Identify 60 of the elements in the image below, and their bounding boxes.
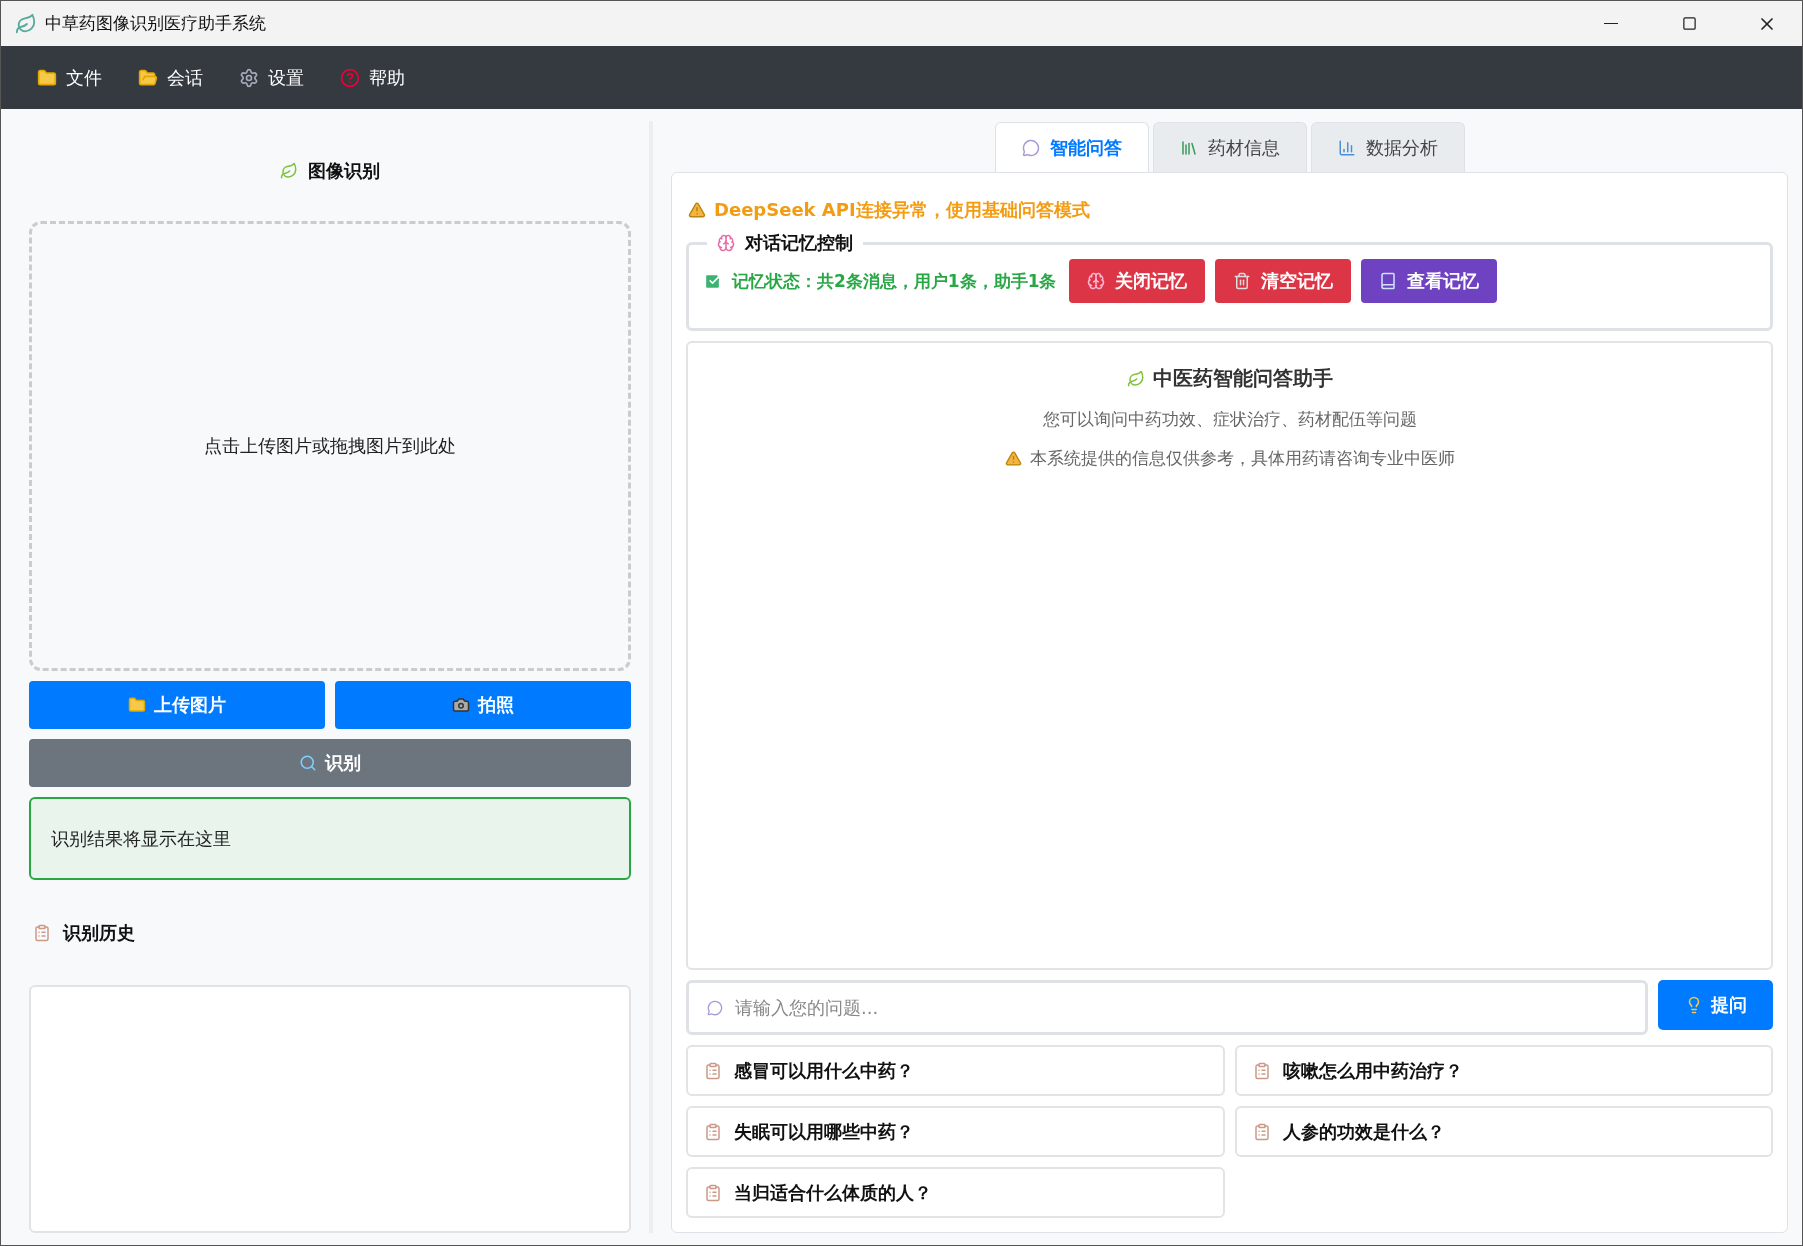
help-icon (340, 67, 360, 88)
memory-status: 记忆状态：共2条消息，用户1条，助手1条 (732, 269, 1057, 293)
tab[interactable]: 药材信息 (1152, 122, 1307, 173)
memory-button[interactable]: 查看记忆 (1360, 259, 1497, 303)
clipboard-icon (704, 1122, 722, 1141)
menu-item[interactable]: 会话 (124, 59, 217, 96)
camera-button[interactable]: 拍照 (335, 681, 631, 729)
brain-icon (1086, 272, 1105, 290)
quick-question-button[interactable]: 人参的功效是什么？ (1234, 1106, 1773, 1157)
result-box: 识别结果将显示在这里 (29, 797, 631, 880)
ask-button[interactable]: 提问 (1658, 980, 1773, 1030)
books-icon (1179, 139, 1198, 157)
folder-icon (37, 67, 57, 88)
warning-message: DeepSeek API连接异常，使用基础问答模式 (714, 198, 1090, 222)
tab[interactable]: 数据分析 (1310, 122, 1465, 173)
settings-icon (239, 67, 259, 88)
search-icon (299, 754, 317, 772)
book-icon (1378, 272, 1397, 290)
window-title: 中草药图像识别医疗助手系统 (45, 12, 267, 35)
menu-item[interactable]: 帮助 (326, 59, 419, 96)
tab[interactable]: 智能问答 (994, 122, 1149, 173)
quick-question-button[interactable]: 失眠可以用哪些中药？ (686, 1106, 1225, 1157)
group-title: 对话记忆控制 (745, 231, 853, 255)
chat-title: 中医药智能问答助手 (1152, 365, 1333, 392)
menu-item[interactable]: 设置 (225, 59, 318, 96)
clipboard-icon (704, 1061, 722, 1080)
question-input[interactable]: 请输入您的问题... (733, 983, 1645, 1032)
quick-question-button[interactable]: 当归适合什么体质的人？ (686, 1167, 1225, 1218)
chat-subtitle: 您可以询问中药功效、症状治疗、药材配伍等问题 (1042, 408, 1417, 431)
disclaimer: 本系统提供的信息仅供参考，具体用药请咨询专业中医师 (1029, 447, 1455, 470)
warning-icon (1004, 450, 1022, 467)
leaf-icon (280, 162, 298, 180)
minimize-icon (1604, 22, 1618, 25)
speech-bubble-icon (707, 999, 723, 1016)
memory-button[interactable]: 关闭记忆 (1068, 259, 1205, 303)
trash-icon (1232, 272, 1251, 290)
upload-button[interactable]: 上传图片 (29, 681, 325, 729)
maximize-icon (1681, 16, 1697, 31)
camera-icon (452, 696, 470, 714)
leaf-icon (1126, 369, 1145, 388)
folder-icon (138, 67, 158, 88)
recognize-button[interactable]: 识别 (29, 739, 631, 787)
menu-item[interactable]: 文件 (23, 59, 116, 96)
speech-bubble-icon (1021, 139, 1040, 157)
bar-chart-icon (1337, 139, 1356, 157)
question-field[interactable]: 请输入您的问题... (686, 980, 1648, 1035)
section-title: 识别历史 (63, 920, 135, 945)
clipboard-icon (1252, 1122, 1271, 1141)
clipboard-icon (33, 923, 51, 942)
folder-icon (128, 696, 146, 714)
clipboard-icon (1252, 1061, 1271, 1080)
brain-icon (717, 234, 735, 252)
section-title: 图像识别 (308, 159, 380, 183)
quick-question-button[interactable]: 感冒可以用什么中药？ (686, 1045, 1225, 1096)
quick-question-button[interactable]: 咳嗽怎么用中药治疗？ (1234, 1045, 1773, 1096)
warning-icon (688, 201, 706, 219)
clipboard-icon (704, 1183, 722, 1202)
app-logo-icon (15, 12, 37, 35)
memory-button[interactable]: 清空记忆 (1214, 259, 1351, 303)
image-drop-zone[interactable]: 点击上传图片或拖拽图片到此处 (29, 221, 631, 671)
